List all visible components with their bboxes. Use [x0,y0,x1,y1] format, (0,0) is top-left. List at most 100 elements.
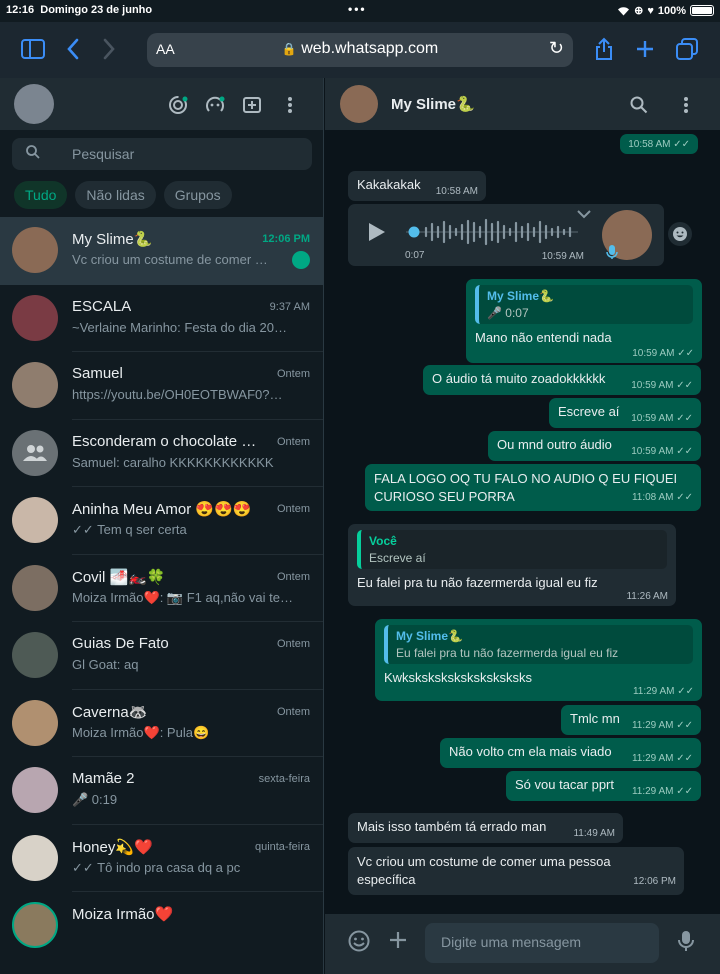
microphone-icon[interactable] [678,930,694,952]
emoji-icon[interactable] [348,930,370,952]
quoted-message[interactable]: Você Escreve aí [357,530,667,569]
channels-icon[interactable] [204,94,226,116]
message-list: 10:58 AM ✓✓ Kakakakak 10:58 AM 0:07 10:5… [325,130,720,914]
message-time: 11:08 AM ✓✓ [631,492,693,503]
conversation-header[interactable]: My Slime🐍 [325,78,720,130]
message-bubble[interactable]: Ou mnd outro áudio 10:59 AM ✓✓ [488,431,701,461]
back-icon[interactable] [60,36,86,62]
group-avatar-icon [12,429,58,476]
new-chat-icon[interactable] [241,94,263,116]
message-bubble[interactable]: Só vou tacar pprt 11:29 AM ✓✓ [506,771,701,801]
chat-item-honey[interactable]: Honey💫❤️ quinta-feira ✓✓ Tô indo pra cas… [0,825,323,892]
react-emoji-icon[interactable] [668,222,692,246]
message-bubble[interactable]: Kakakakak 10:58 AM [348,171,486,201]
chat-item-mamae2[interactable]: Mamãe 2 sexta-feira 🎤 0:19 [0,757,323,825]
filter-groups[interactable]: Grupos [163,181,232,209]
chat-item-esconderam[interactable]: Esconderam o chocolate … Ontem Samuel: c… [0,420,323,487]
message-bubble[interactable]: Escreve aí 10:59 AM ✓✓ [549,398,701,428]
rotation-lock-icon: ⊕ [634,5,644,17]
mic-icon [606,244,618,260]
message-bubble[interactable]: FALA LOGO OQ TU FALO NO AUDIO Q EU FIQUE… [365,464,701,511]
play-icon[interactable] [368,222,386,242]
chat-time: 12:06 PM [262,233,310,245]
unread-dot [292,251,310,269]
quoted-author: Você [369,534,397,548]
reload-icon[interactable]: ↻ [549,38,564,59]
message-bubble[interactable]: Não volto cm ela mais viado 11:29 AM ✓✓ [440,738,701,768]
chat-item-covil[interactable]: Covil 🌁🏍️🍀 Ontem Moiza Irmão❤️: 📷 F1 aq,… [0,555,323,622]
chat-preview: ✓✓ Tô indo pra casa dq a pc [72,859,241,875]
message-time: 10:59 AM ✓✓ [631,446,693,457]
message-bubble[interactable]: My Slime🐍 Eu falei pra tu não fazermerda… [375,619,702,701]
message-time: 11:29 AM ✓✓ [631,753,693,764]
message-bubble[interactable]: Mais isso também tá errado man 11:49 AM [348,813,623,843]
menu-icon[interactable] [279,94,301,116]
message-text: O áudio tá muito zoadokkkkkk [432,371,606,386]
address-bar[interactable]: AA 🔒 web.whatsapp.com ↻ [147,33,573,67]
message-time: 11:29 AM ✓✓ [631,720,693,731]
sidebar-toggle-icon[interactable] [20,36,46,62]
chat-item-escala[interactable]: ESCALA 9:37 AM ~Verlaine Marinho: Festa … [0,285,323,352]
search-icon[interactable] [628,94,650,116]
voice-message[interactable]: 0:07 10:59 AM [348,204,664,266]
chat-preview: ✓✓ Tem q ser certa [72,522,187,537]
chat-time: sexta-feira [258,773,310,785]
quoted-text: 🎤 0:07 [487,306,529,320]
quoted-message[interactable]: My Slime🐍 🎤 0:07 [475,285,693,324]
heart-icon: ♥ [647,4,654,17]
chat-name: Honey💫❤️ [72,838,153,856]
attach-plus-icon[interactable] [388,930,408,950]
chat-time: 9:37 AM [269,300,310,313]
message-bubble[interactable]: Tmlc mn 11:29 AM ✓✓ [561,705,701,735]
chat-time: Ontem [276,705,310,718]
chat-item-moiza[interactable]: Moiza Irmão❤️ [0,892,323,960]
battery-percent: 100% [657,4,686,17]
search-input[interactable]: Pesquisar [12,138,312,170]
quoted-message[interactable]: My Slime🐍 Eu falei pra tu não fazermerda… [384,625,693,664]
chat-time: Ontem [276,503,310,515]
forward-icon[interactable] [96,36,122,62]
chat-preview: ~Verlaine Marinho: Festa do dia 20… [72,319,287,335]
url-value: web.whatsapp.com [301,40,439,57]
chat-time: Ontem [276,638,310,650]
message-bubble[interactable]: Você Escreve aí Eu falei pra tu não faze… [348,524,676,606]
chat-item-guias[interactable]: Guias De Fato Ontem Gl Goat: aq [0,622,323,690]
chat-time: Ontem [276,435,310,448]
chat-item-samuel[interactable]: Samuel Ontem https://youtu.be/OH0EOTBWAF… [0,352,323,420]
profile-avatar[interactable] [14,84,54,124]
chat-item-aninha[interactable]: Aninha Meu Amor 😍😍😍 Ontem ✓✓ Tem q ser c… [0,487,323,555]
chat-preview: 🎤 0:19 [72,792,118,807]
multitask-dots[interactable]: ••• [348,2,367,16]
new-tab-icon[interactable] [632,36,658,62]
chat-preview: Samuel: caralho KKKKKKKKKKKK [72,454,274,470]
contact-name[interactable]: My Slime🐍 [391,95,475,113]
chat-time: Ontem [276,368,310,380]
message-bubble[interactable]: My Slime🐍 🎤 0:07 Mano não entendi nada 1… [466,279,702,363]
tabs-overview-icon[interactable] [674,36,700,62]
search-icon [26,145,40,159]
quoted-text: Escreve aí [369,551,426,565]
message-input[interactable]: Digite uma mensagem [425,923,659,963]
chat-name: Esconderam o chocolate … [72,432,257,450]
chat-name: Guias De Fato [72,635,169,652]
message-bubble[interactable]: 10:58 AM ✓✓ [620,134,698,154]
chevron-down-icon[interactable] [577,210,591,219]
message-time: 10:58 AM ✓✓ [628,139,690,150]
status-right: ⊕ ♥ 100% [617,4,714,17]
chat-item-my-slime[interactable]: My Slime🐍 12:06 PM Vc criou um costume d… [0,217,323,285]
message-bubble[interactable]: Vc criou um costume de comer uma pessoa … [348,847,684,895]
chat-item-caverna[interactable]: Caverna🦝 Ontem Moiza Irmão❤️: Pula😄 [0,690,323,757]
message-time: 10:58 AM [435,186,478,197]
status-icon[interactable] [167,94,189,116]
audio-elapsed: 0:07 [405,250,425,261]
conversation-menu-icon[interactable] [675,94,697,116]
message-time: 10:59 AM ✓✓ [632,348,694,359]
chat-name: Aninha Meu Amor 😍😍😍 [72,501,252,518]
message-bubble[interactable]: O áudio tá muito zoadokkkkkk 10:59 AM ✓✓ [423,365,701,395]
filter-all[interactable]: Tudo [14,181,68,209]
chat-preview: Gl Goat: aq [72,657,139,672]
audio-waveform[interactable] [406,218,578,246]
contact-avatar[interactable] [340,85,378,123]
filter-unread[interactable]: Não lidas [75,181,156,209]
share-icon[interactable] [591,36,617,62]
